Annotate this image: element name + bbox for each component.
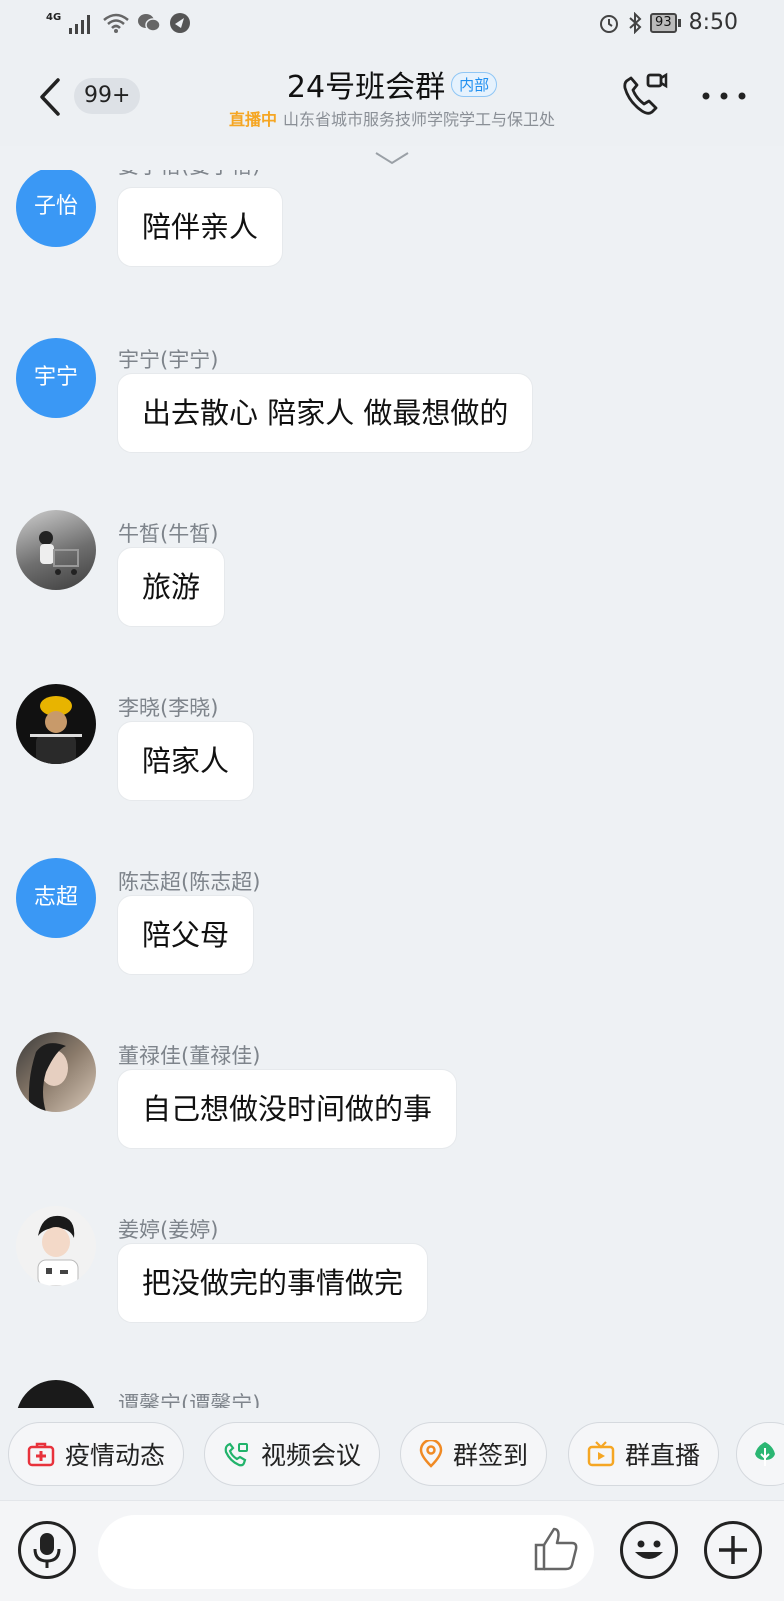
avatar[interactable] xyxy=(16,684,96,764)
clock-time: 8:50 xyxy=(688,10,738,35)
avatar-photo-icon xyxy=(28,1043,68,1112)
internal-tag: 内部 xyxy=(451,71,498,97)
avatar-photo-icon xyxy=(37,1215,79,1286)
wechat-icon xyxy=(138,14,161,32)
input-bar xyxy=(0,1500,784,1601)
emoji-icon xyxy=(635,1540,663,1559)
plus-icon xyxy=(719,1536,747,1564)
message-bubble[interactable]: 陪家人 xyxy=(118,722,254,800)
quick-actions-bar[interactable]: 疫情动态 视频会议 群签到 群直播 xyxy=(0,1408,784,1500)
message-bubble[interactable]: 旅游 xyxy=(118,548,225,626)
quick-action-label: 群签到 xyxy=(453,1441,529,1470)
video-call-icon[interactable] xyxy=(620,70,668,120)
quick-action-epidemic[interactable]: 疫情动态 xyxy=(8,1422,185,1486)
organization-name: 山东省城市服务技师学院学工与保卫处 xyxy=(283,110,556,129)
quick-action-group-live[interactable]: 群直播 xyxy=(568,1422,720,1486)
location-pin-icon xyxy=(419,1440,443,1468)
tv-live-icon xyxy=(587,1441,615,1467)
quick-action-label: 群直播 xyxy=(625,1441,701,1470)
sender-name: 谭馨宁(谭馨宁) xyxy=(118,1392,261,1408)
avatar[interactable]: 子怡 xyxy=(16,170,96,247)
quick-action-check-in[interactable]: 群签到 xyxy=(400,1422,548,1486)
voice-button[interactable] xyxy=(18,1521,76,1579)
plus-button[interactable] xyxy=(704,1521,762,1579)
avatar-photo-icon xyxy=(39,531,79,575)
medical-kit-icon xyxy=(27,1442,55,1467)
message-list[interactable]: 姜子怡(姜子怡) 子怡 陪伴亲人 宇宁(宇宁) 宇宁 出去散心 陪家人 做最想做… xyxy=(0,170,784,1408)
emoji-button[interactable] xyxy=(620,1521,678,1579)
message-bubble[interactable]: 陪伴亲人 xyxy=(118,188,283,266)
signal-icon xyxy=(69,15,91,34)
microphone-icon xyxy=(33,1533,61,1568)
sender-name: 姜婷(姜婷) xyxy=(118,1218,219,1242)
message-input[interactable] xyxy=(98,1515,594,1589)
live-indicator: 直播中 xyxy=(228,110,277,129)
alarm-icon xyxy=(600,14,619,33)
network-type: 4G xyxy=(46,11,62,23)
message-bubble[interactable]: 陪父母 xyxy=(118,896,254,974)
thumbs-up-icon[interactable] xyxy=(530,1523,580,1573)
avatar[interactable]: 志超 xyxy=(16,858,96,938)
video-call-icon xyxy=(224,1442,248,1467)
battery-icon: 93 xyxy=(650,12,681,33)
avatar[interactable] xyxy=(16,1032,96,1112)
group-name: 24号班会群 xyxy=(286,70,446,105)
quick-action-label: 疫情动态 xyxy=(65,1441,166,1470)
sender-name: 姜子怡(姜子怡) xyxy=(118,170,260,180)
quick-action-label: 视频会议 xyxy=(261,1441,362,1470)
sender-name: 宇宁(宇宁) xyxy=(118,348,219,372)
bluetooth-icon xyxy=(629,11,642,34)
wifi-icon xyxy=(103,13,129,33)
tree-icon xyxy=(755,1442,775,1466)
avatar[interactable] xyxy=(16,1380,96,1408)
message-bubble[interactable]: 把没做完的事情做完 xyxy=(118,1244,428,1322)
status-left: 4G xyxy=(46,12,191,34)
message-bubble[interactable]: 出去散心 陪家人 做最想做的 xyxy=(118,374,533,452)
avatar-photo-icon xyxy=(30,696,82,764)
chevron-down-icon[interactable] xyxy=(374,150,410,166)
status-right: 93 8:50 xyxy=(598,10,738,35)
avatar[interactable] xyxy=(16,1206,96,1286)
quick-action-video-meeting[interactable]: 视频会议 xyxy=(204,1422,381,1486)
avatar[interactable]: 宇宁 xyxy=(16,338,96,418)
sender-name: 董禄佳(董禄佳) xyxy=(118,1044,261,1068)
battery-level: 93 xyxy=(650,12,677,33)
sender-name: 陈志超(陈志超) xyxy=(118,870,261,894)
quick-action-more[interactable] xyxy=(736,1422,784,1486)
more-options-icon[interactable] xyxy=(700,78,748,114)
sender-name: 牛皙(牛皙) xyxy=(118,522,219,546)
chat-header: 99+ 24号班会群 内部 直播中 山东省城市服务技师学院学工与保卫处 xyxy=(0,48,784,146)
sender-name: 李晓(李晓) xyxy=(118,696,219,720)
avatar[interactable] xyxy=(16,510,96,590)
message-bubble[interactable]: 自己想做没时间做的事 xyxy=(118,1070,457,1148)
status-bar: 4G 93 8:50 xyxy=(0,0,784,48)
app-icon xyxy=(170,13,191,33)
